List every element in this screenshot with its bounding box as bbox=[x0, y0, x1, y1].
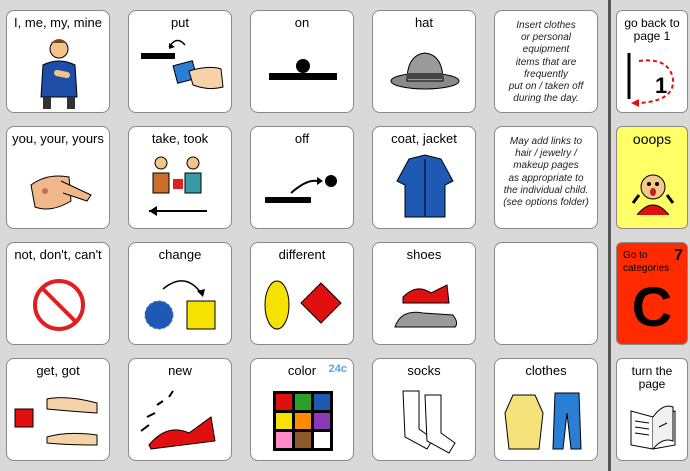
oval-and-diamond-icon bbox=[264, 280, 342, 330]
clothes-icon bbox=[504, 392, 582, 450]
cell-get[interactable]: get, got bbox=[6, 358, 110, 461]
cell-socks[interactable]: socks bbox=[372, 358, 476, 461]
ooops-label: ooops bbox=[632, 131, 672, 147]
jacket-icon bbox=[396, 154, 454, 218]
cell-clothes[interactable]: clothes bbox=[494, 358, 598, 461]
cell-label: coat, jacket bbox=[391, 131, 457, 146]
cell-label: I, me, my, mine bbox=[14, 15, 102, 30]
no-sign-icon bbox=[33, 279, 85, 331]
cell-label: different bbox=[278, 247, 326, 262]
cell-label: get, got bbox=[36, 363, 80, 378]
note-text: May add links to hair / jewelry / makeup… bbox=[503, 136, 589, 209]
ooops-button[interactable]: ooops bbox=[616, 126, 688, 229]
socks-icon bbox=[402, 390, 456, 454]
cell-shoes[interactable]: shoes bbox=[372, 242, 476, 345]
cell-new[interactable]: new bbox=[128, 358, 232, 461]
symbol-grid: I, me, my, mine put on hat Insert clothe… bbox=[0, 0, 605, 471]
cell-label: take, took bbox=[151, 131, 209, 146]
note-text: Insert clothes or personal equipment ite… bbox=[508, 20, 584, 105]
two-people-exchange-icon bbox=[149, 156, 207, 216]
cell-hat[interactable]: hat bbox=[372, 10, 476, 113]
surprised-face-icon bbox=[631, 174, 675, 216]
cell-label: clothes bbox=[525, 363, 567, 378]
cell-tag: 24c bbox=[328, 363, 347, 375]
book-page-turn-icon bbox=[630, 405, 676, 450]
color-palette-icon bbox=[273, 391, 333, 451]
cell-note-links[interactable]: May add links to hair / jewelry / makeup… bbox=[494, 126, 598, 229]
cell-off[interactable]: off bbox=[250, 126, 354, 229]
panel-divider bbox=[608, 0, 611, 471]
off-symbol-icon bbox=[265, 175, 337, 203]
cell-on[interactable]: on bbox=[250, 10, 354, 113]
cell-note-insert[interactable]: Insert clothes or personal equipment ite… bbox=[494, 10, 598, 113]
turn-page-button[interactable]: turn the page bbox=[616, 358, 688, 461]
go-back-button[interactable]: go back to page 1 1 bbox=[616, 10, 688, 113]
cell-color[interactable]: color 24c bbox=[250, 358, 354, 461]
go-to-categories-button[interactable]: Go to categories 7 C bbox=[616, 242, 688, 345]
cell-different[interactable]: different bbox=[250, 242, 354, 345]
cell-put[interactable]: put bbox=[128, 10, 232, 113]
cell-you[interactable]: you, your, yours bbox=[6, 126, 110, 229]
turn-page-label: turn the page bbox=[631, 364, 673, 391]
cell-label: new bbox=[168, 363, 192, 378]
categories-letter-icon: C bbox=[631, 275, 673, 338]
red-and-gray-shoes-icon bbox=[394, 284, 458, 328]
hands-receive-icon bbox=[14, 397, 98, 446]
cell-not[interactable]: not, don't, can't bbox=[6, 242, 110, 345]
hat-icon bbox=[390, 52, 460, 90]
cell-empty[interactable] bbox=[494, 242, 598, 345]
categories-number: 7 bbox=[674, 247, 683, 264]
cell-i-me[interactable]: I, me, my, mine bbox=[6, 10, 110, 113]
go-back-number: 1 bbox=[655, 73, 667, 98]
cell-label: shoes bbox=[406, 247, 442, 262]
circle-to-square-icon bbox=[144, 280, 216, 330]
cell-label: change bbox=[158, 247, 202, 262]
cell-label: put bbox=[170, 15, 190, 30]
go-back-label: go back to page 1 bbox=[624, 16, 680, 43]
new-shoe-icon bbox=[140, 390, 216, 450]
cell-label: on bbox=[294, 15, 310, 30]
cell-label: not, don't, can't bbox=[14, 247, 102, 262]
hand-putting-box-icon bbox=[141, 39, 224, 90]
go-back-arrow-icon: 1 bbox=[627, 53, 675, 107]
cell-coat[interactable]: coat, jacket bbox=[372, 126, 476, 229]
pointing-finger-icon bbox=[30, 175, 92, 210]
cell-label: socks bbox=[407, 363, 441, 378]
cell-label: off bbox=[294, 131, 310, 146]
cell-label: you, your, yours bbox=[12, 131, 104, 146]
person-pointing-self-icon bbox=[40, 39, 78, 109]
cell-change[interactable]: change bbox=[128, 242, 232, 345]
on-symbol-icon bbox=[269, 59, 337, 80]
cell-take[interactable]: take, took bbox=[128, 126, 232, 229]
cell-label: hat bbox=[414, 15, 434, 30]
